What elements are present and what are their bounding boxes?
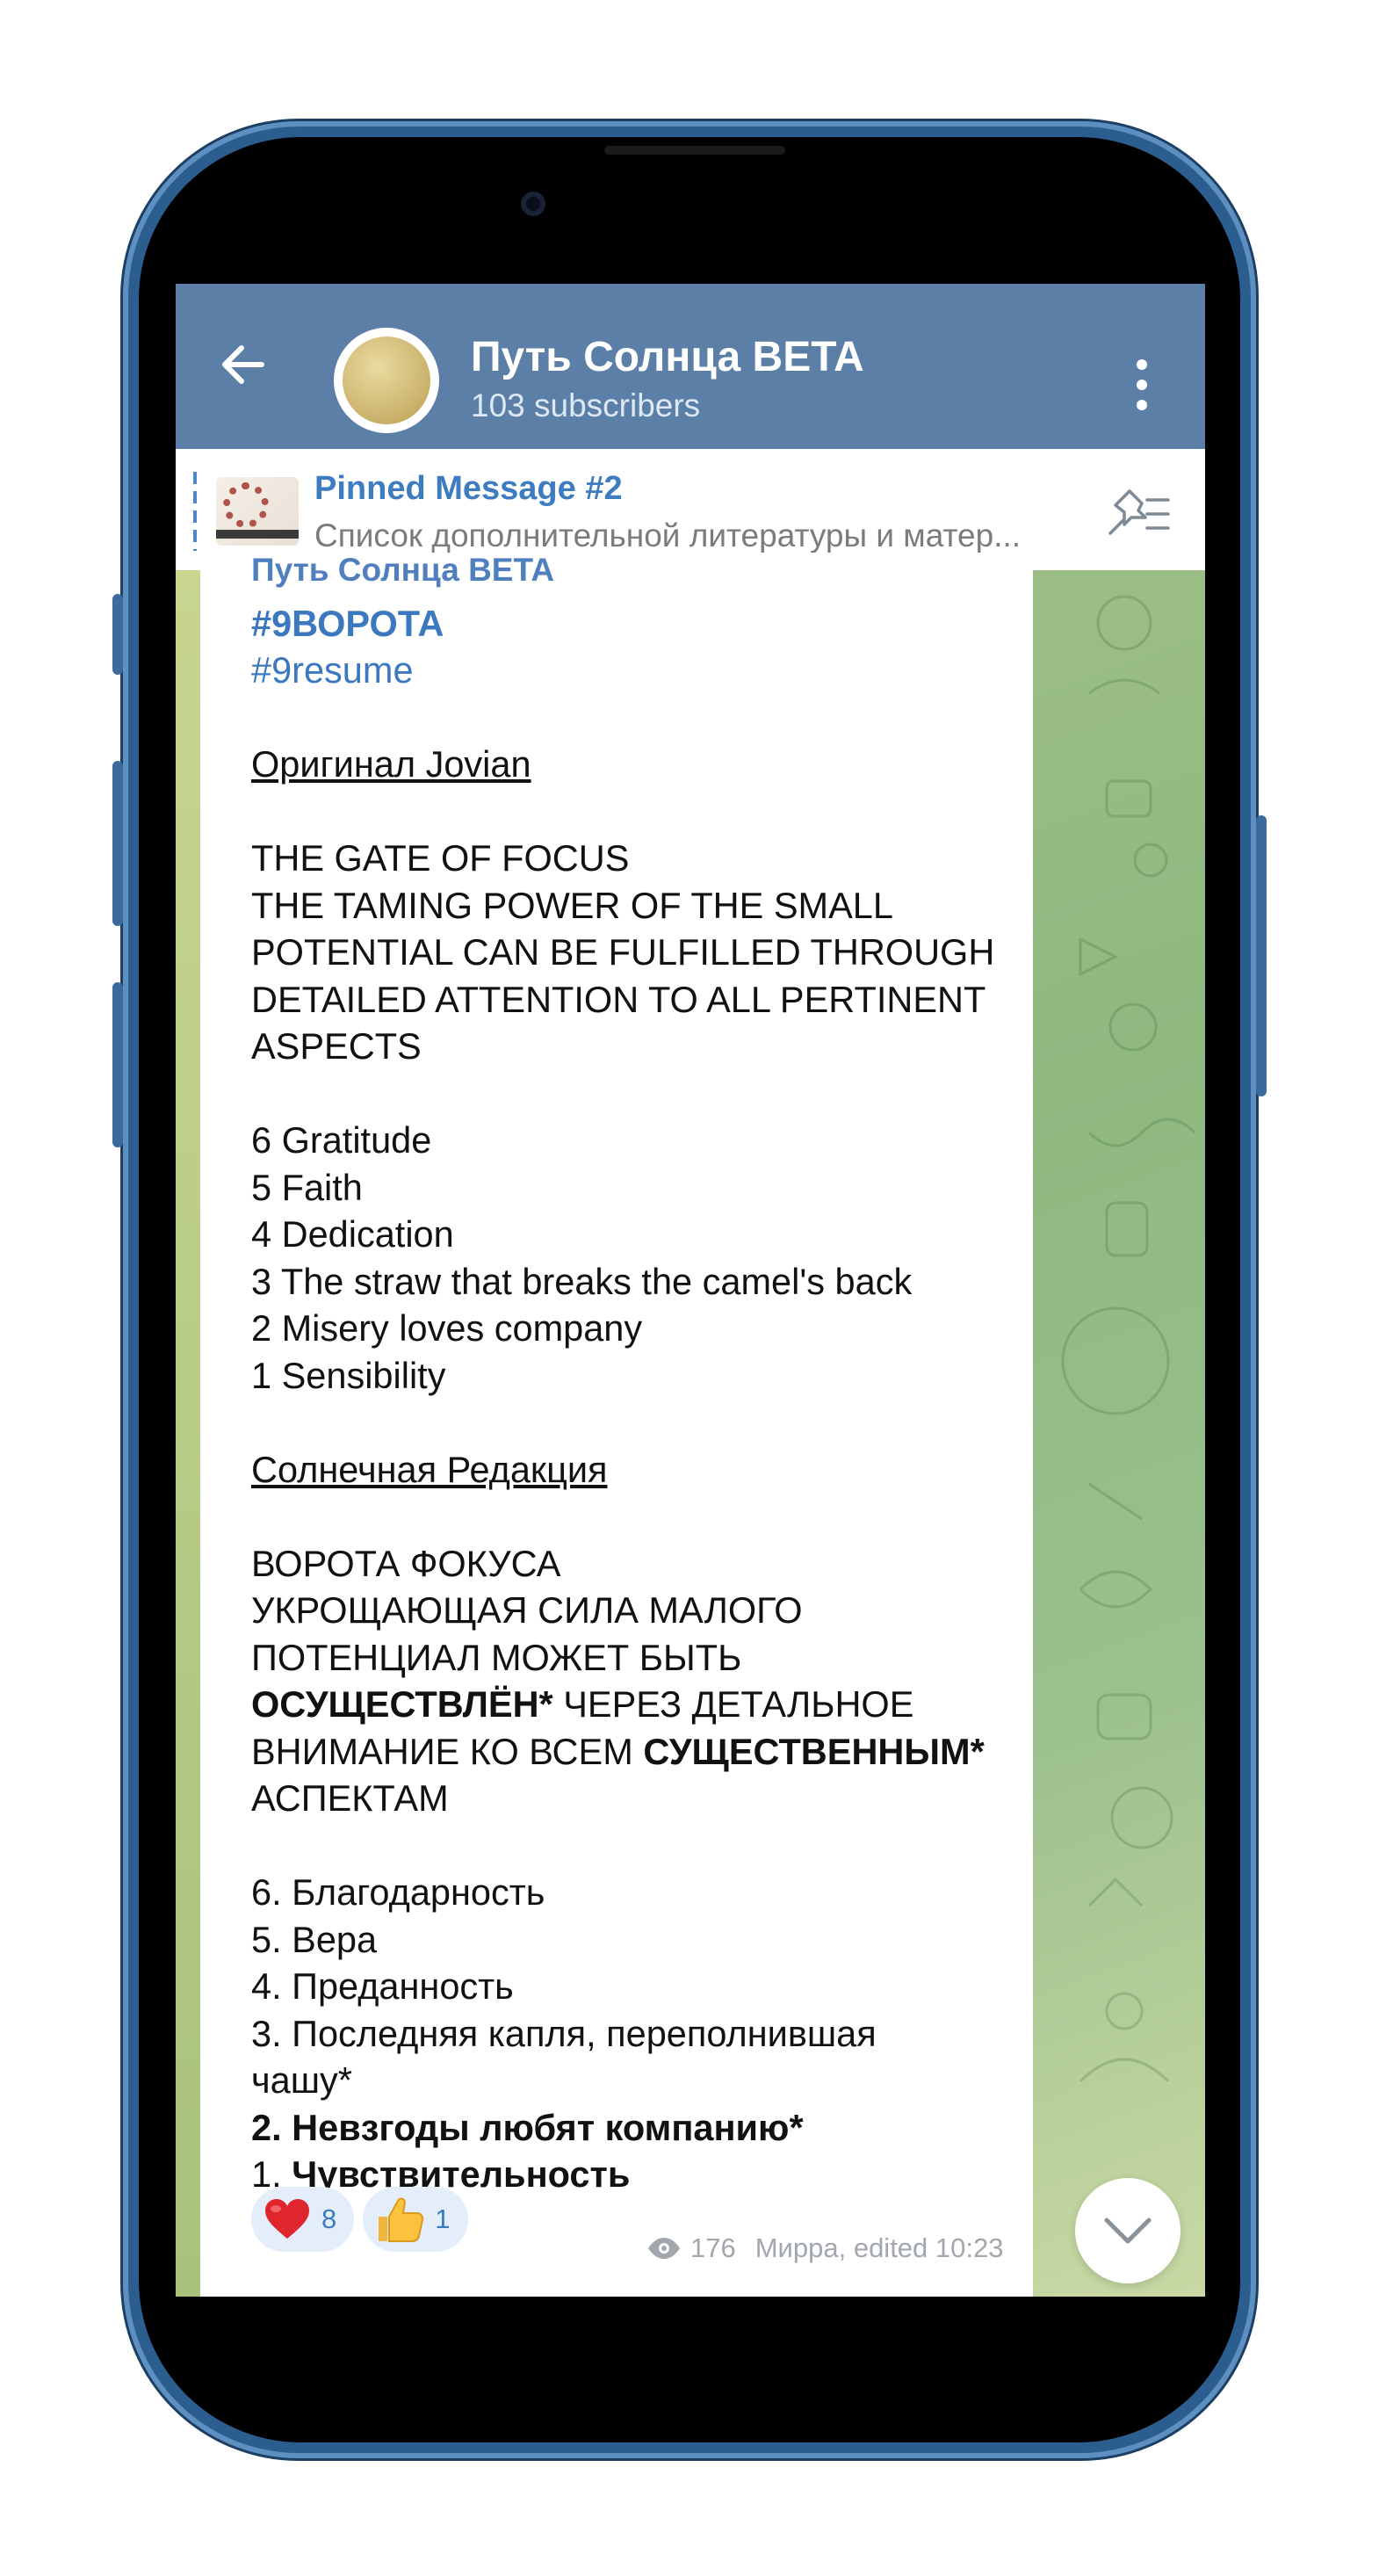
original-text-line: THE GATE OF FOCUS bbox=[251, 837, 630, 879]
solar-text-line: ОСУЩЕСТВЛЁН* ЧЕРЕЗ ДЕТАЛЬНОЕ bbox=[251, 1681, 1042, 1728]
plain-text: ЧЕРЕЗ ДЕТАЛЬНОЕ bbox=[552, 1683, 914, 1725]
earpiece-speaker bbox=[604, 146, 785, 155]
solar-text-line: ВОРОТА ФОКУСА bbox=[251, 1542, 561, 1584]
back-button[interactable] bbox=[207, 329, 278, 400]
mute-switch bbox=[112, 594, 123, 675]
solar-list-item: 4. Преданность bbox=[251, 1965, 514, 2007]
power-button bbox=[1256, 815, 1267, 1096]
message-author[interactable]: Путь Солнца BETA bbox=[251, 553, 1042, 600]
view-count: 176 bbox=[690, 2232, 736, 2263]
emphasis-text: ОСУЩЕСТВЛЁН* bbox=[251, 1683, 553, 1725]
solar-text-line: УКРОЩАЮЩАЯ СИЛА МАЛОГО bbox=[251, 1589, 803, 1631]
pinned-title: Pinned Message #2 bbox=[314, 470, 623, 507]
original-text-line: ASPECTS bbox=[251, 1025, 422, 1067]
message-meta: 176 Мирра, edited 10:23 bbox=[646, 2232, 1003, 2264]
solar-list-item: 3. Последняя капля, переполнившая bbox=[251, 2012, 877, 2054]
hashtag-link[interactable]: #9resume bbox=[251, 647, 1042, 694]
pinned-list-icon[interactable] bbox=[1103, 488, 1173, 540]
original-list-item: 1 Sensibility bbox=[251, 1354, 446, 1396]
arrow-left-icon bbox=[222, 345, 264, 384]
solar-list-item: чашу* bbox=[251, 2059, 352, 2101]
reactions-row: 8 1 bbox=[251, 2187, 468, 2252]
solar-list-item: 6. Благодарность bbox=[251, 1871, 545, 1913]
channel-header: Путь Солнца BETA 103 subscribers bbox=[176, 284, 1205, 449]
chevron-down-icon bbox=[1104, 2218, 1152, 2244]
subscriber-count: 103 subscribers bbox=[471, 387, 701, 423]
solar-list-item: 5. Вера bbox=[251, 1918, 378, 1960]
original-text-line: THE TAMING POWER OF THE SMALL bbox=[251, 884, 893, 926]
chat-area: Путь Солнца BETA #9ВОРОТА #9resume Ориги… bbox=[176, 553, 1205, 2297]
plain-text: ВНИМАНИЕ КО ВСЕМ bbox=[251, 1730, 644, 1772]
original-list-item: 2 Misery loves company bbox=[251, 1307, 643, 1349]
original-text-line: DETAILED ATTENTION TO ALL PERTINENT bbox=[251, 978, 986, 1020]
eye-icon bbox=[648, 2238, 680, 2259]
pinned-thumbnail bbox=[216, 477, 299, 546]
solar-text-line: АСПЕКТАМ bbox=[251, 1777, 449, 1819]
original-list-item: 3 The straw that breaks the camel's back bbox=[251, 1260, 913, 1302]
reaction-count: 1 bbox=[435, 2203, 451, 2234]
scroll-down-button[interactable] bbox=[1075, 2178, 1180, 2283]
red-heart-icon bbox=[265, 2199, 309, 2239]
original-text-line: POTENTIAL CAN BE FULFILLED THROUGH bbox=[251, 931, 995, 973]
reaction-heart[interactable]: 8 bbox=[251, 2187, 355, 2252]
solar-list-item: 2. Невзгоды любят компанию* bbox=[251, 2106, 804, 2148]
section-heading-solar: Солнечная Редакция bbox=[251, 1448, 608, 1490]
phone-screen: Путь Солнца BETA 103 subscribers Pinned … bbox=[176, 284, 1205, 2297]
section-heading-original: Оригинал Jovian bbox=[251, 743, 531, 785]
message-bubble[interactable]: Путь Солнца BETA #9ВОРОТА #9resume Ориги… bbox=[200, 553, 1033, 2297]
thumbs-up-icon bbox=[379, 2197, 424, 2242]
reaction-count: 8 bbox=[321, 2203, 337, 2234]
solar-text-line: ВНИМАНИЕ КО ВСЕМ СУЩЕСТВЕННЫМ* bbox=[251, 1728, 1042, 1776]
more-vertical-icon[interactable] bbox=[1124, 354, 1159, 416]
pinned-index-indicator bbox=[193, 472, 197, 551]
volume-down-button bbox=[112, 982, 123, 1147]
message-text: Путь Солнца BETA #9ВОРОТА #9resume Ориги… bbox=[251, 553, 1042, 2198]
pinned-preview: Список дополнительной литературы и матер… bbox=[314, 517, 1022, 554]
volume-up-button bbox=[112, 761, 123, 926]
original-list-item: 4 Dedication bbox=[251, 1213, 454, 1255]
message-signature: Мирра, edited 10:23 bbox=[754, 2232, 1004, 2263]
original-list-item: 6 Gratitude bbox=[251, 1119, 432, 1161]
front-camera bbox=[521, 192, 545, 216]
channel-title[interactable]: Путь Солнца BETA bbox=[471, 333, 864, 381]
emphasis-text: СУЩЕСТВЕННЫМ* bbox=[643, 1730, 985, 1772]
solar-text-line: ПОТЕНЦИАЛ МОЖЕТ БЫТЬ bbox=[251, 1636, 742, 1678]
channel-avatar[interactable] bbox=[334, 328, 439, 433]
reaction-thumbs-up[interactable]: 1 bbox=[363, 2187, 468, 2252]
hashtag-link[interactable]: #9ВОРОТА bbox=[251, 600, 1042, 648]
original-list-item: 5 Faith bbox=[251, 1166, 363, 1208]
chat-left-edge bbox=[176, 570, 200, 2297]
